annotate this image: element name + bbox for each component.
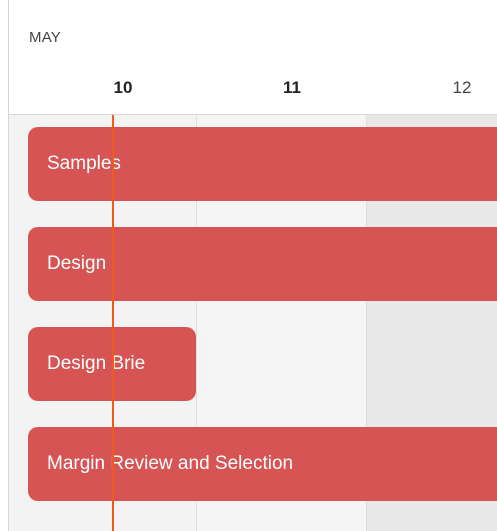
gantt-timeline: MAY 10 11 12 Samples Design Design Brie …: [0, 0, 497, 531]
day-label-10[interactable]: 10: [103, 71, 143, 105]
task-bar-margin-review[interactable]: Margin Review and Selection: [28, 427, 497, 501]
current-time-indicator: [112, 115, 114, 531]
day-label-12[interactable]: 12: [442, 78, 482, 98]
timeline-header: MAY 10 11 12: [9, 0, 497, 115]
month-label: MAY: [29, 29, 61, 46]
task-bar-design[interactable]: Design: [28, 227, 497, 301]
day-label-11[interactable]: 11: [272, 78, 312, 98]
task-bar-samples[interactable]: Samples: [28, 127, 497, 201]
